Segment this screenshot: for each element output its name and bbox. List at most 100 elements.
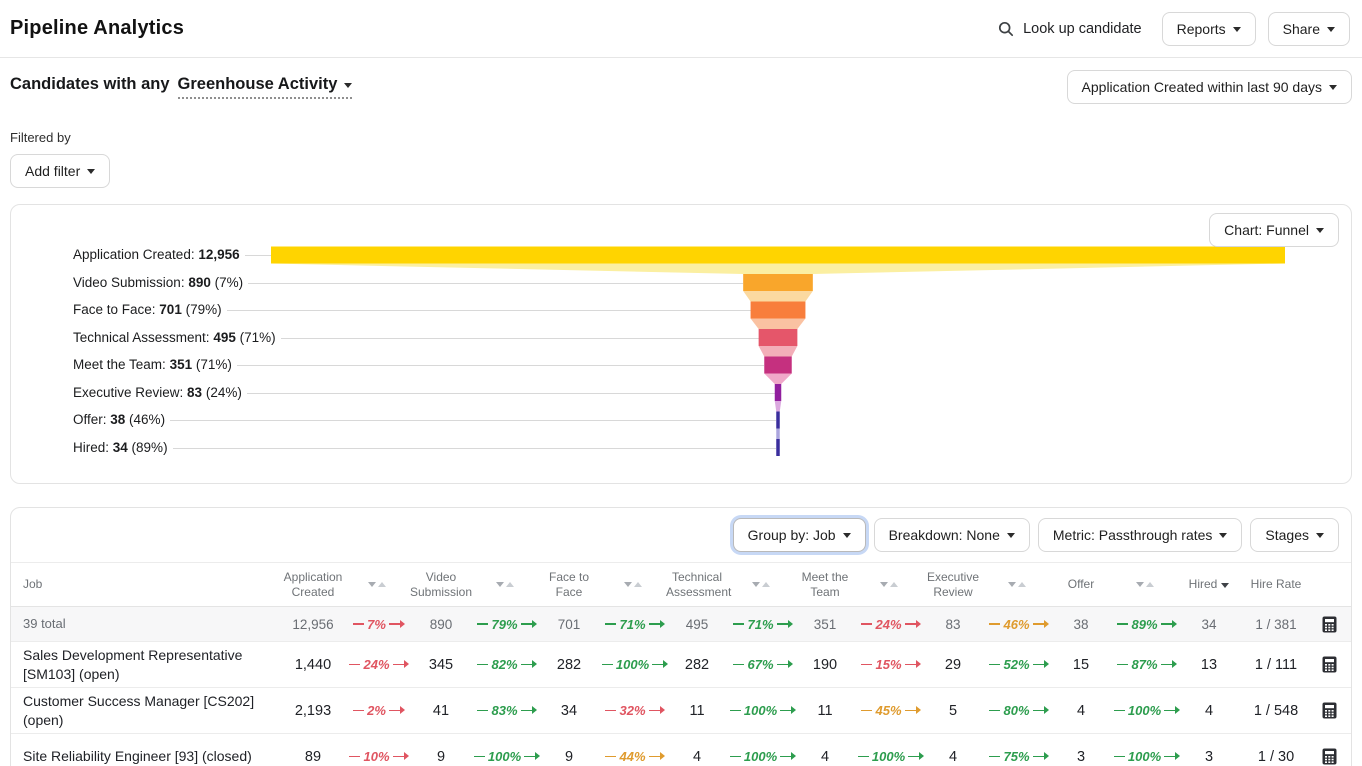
- value-cell: 282: [665, 657, 729, 673]
- sort-toggle-icon[interactable]: [1136, 582, 1154, 587]
- value-cell: 9: [409, 749, 473, 765]
- funnel-transition: [751, 319, 806, 330]
- sort-down-icon: [496, 582, 504, 587]
- sort-toggle-icon[interactable]: [368, 582, 386, 587]
- sort-toggle-icon[interactable]: [880, 582, 898, 587]
- passthrough-cell: 15%: [857, 657, 921, 672]
- page-title: Pipeline Analytics: [10, 17, 184, 40]
- sort-up-icon: [378, 582, 386, 587]
- value-cell: 34: [1177, 617, 1241, 632]
- date-range-button[interactable]: Application Created within last 90 days: [1067, 70, 1352, 104]
- column-header-technical-assessment[interactable]: Technical Assessment: [665, 570, 729, 600]
- activity-scope-select[interactable]: Greenhouse Activity: [178, 75, 353, 99]
- value-cell: 282: [537, 657, 601, 673]
- reports-button[interactable]: Reports: [1162, 12, 1256, 46]
- sort-control[interactable]: [601, 582, 665, 587]
- value-cell: 190: [793, 657, 857, 673]
- candidate-search[interactable]: Look up candidate: [998, 21, 1150, 37]
- value-cell: 1,440: [281, 657, 345, 673]
- scope-row: Candidates with any Greenhouse Activity …: [0, 70, 1362, 104]
- group-by-button[interactable]: Group by: Job: [733, 518, 866, 552]
- arrow-right-icon: [905, 664, 917, 666]
- sort-toggle-icon[interactable]: [1008, 582, 1026, 587]
- sort-up-icon: [634, 582, 642, 587]
- chevron-down-icon: [1233, 27, 1241, 32]
- sort-control[interactable]: [473, 582, 537, 587]
- passthrough-cell: 32%: [601, 703, 665, 718]
- sort-control[interactable]: [1113, 582, 1177, 587]
- funnel-bar-hired[interactable]: [776, 439, 780, 456]
- column-header-hire-rate: Hire Rate: [1241, 577, 1311, 592]
- table-header-row: JobApplication CreatedVideo SubmissionFa…: [11, 563, 1351, 607]
- passthrough-cell: 71%: [729, 617, 793, 632]
- value-cell: 9: [537, 749, 601, 765]
- sort-toggle-icon[interactable]: [496, 582, 514, 587]
- control-label: Metric: Passthrough rates: [1053, 527, 1213, 543]
- hire-rate-cell: 1 / 111: [1241, 657, 1311, 673]
- funnel-bar-video-submission[interactable]: [743, 274, 813, 291]
- column-header-offer[interactable]: Offer: [1049, 577, 1113, 592]
- funnel-bar-meet-the-team[interactable]: [764, 357, 791, 374]
- sort-control[interactable]: [345, 582, 409, 587]
- calculator-icon[interactable]: [1311, 748, 1347, 765]
- stages-button[interactable]: Stages: [1250, 518, 1339, 552]
- funnel-bar-face-to-face[interactable]: [751, 302, 806, 319]
- chart-type-button[interactable]: Chart: Funnel: [1209, 213, 1339, 247]
- funnel-stage-label: Hired: 34 (89%): [73, 438, 173, 458]
- funnel-stage-label: Video Submission: 890 (7%): [73, 273, 248, 293]
- value-cell: 4: [793, 749, 857, 765]
- arrow-right-icon: [777, 664, 789, 666]
- sort-toggle-icon[interactable]: [752, 582, 770, 587]
- arrow-right-icon: [389, 623, 401, 625]
- column-label: Offer: [1068, 577, 1094, 592]
- column-header-hired[interactable]: Hired: [1177, 577, 1241, 592]
- job-cell: Sales Development Representative [SM103]…: [11, 646, 281, 683]
- column-label: Face to Face: [538, 570, 600, 600]
- calculator-icon[interactable]: [1311, 702, 1347, 719]
- column-header-meet-the-team[interactable]: Meet the Team: [793, 570, 857, 600]
- sort-down-icon: [880, 582, 888, 587]
- funnel-bar-application-created[interactable]: [271, 247, 1285, 264]
- passthrough-cell: 100%: [601, 657, 665, 672]
- hire-rate-cell: 1 / 548: [1241, 703, 1311, 719]
- table-body: 39 total12,9567%89079%70171%49571%35124%…: [11, 607, 1351, 766]
- sort-control[interactable]: [985, 582, 1049, 587]
- arrow-right-icon: [777, 623, 789, 625]
- column-header-face-to-face[interactable]: Face to Face: [537, 570, 601, 600]
- column-header-video-submission[interactable]: Video Submission: [409, 570, 473, 600]
- sort-up-icon: [890, 582, 898, 587]
- share-button[interactable]: Share: [1268, 12, 1350, 46]
- table-controls: Group by: JobBreakdown: None Metric: Pass…: [11, 508, 1351, 563]
- arrow-right-icon: [1033, 756, 1045, 758]
- value-cell: 3: [1177, 749, 1241, 765]
- funnel-bar-technical-assessment[interactable]: [759, 329, 798, 346]
- sort-control[interactable]: [729, 582, 793, 587]
- scope-prefix: Candidates with any: [10, 75, 170, 94]
- passthrough-cell: 45%: [857, 703, 921, 718]
- arrow-right-icon: [649, 756, 661, 758]
- arrow-right-icon: [908, 756, 920, 758]
- passthrough-cell: 71%: [601, 617, 665, 632]
- metric-button[interactable]: Metric: Passthrough rates: [1038, 518, 1243, 552]
- sort-toggle-icon[interactable]: [624, 582, 642, 587]
- chevron-down-icon: [344, 83, 352, 88]
- passthrough-cell: 52%: [985, 657, 1049, 672]
- calculator-icon[interactable]: [1311, 616, 1347, 633]
- column-header-executive-review[interactable]: Executive Review: [921, 570, 985, 600]
- arrow-right-icon: [521, 623, 533, 625]
- sort-control[interactable]: [857, 582, 921, 587]
- column-header-application-created[interactable]: Application Created: [281, 570, 345, 600]
- passthrough-cell: 24%: [857, 617, 921, 632]
- sort-up-icon: [762, 582, 770, 587]
- funnel-bar-offer[interactable]: [776, 412, 780, 429]
- breakdown-button[interactable]: Breakdown: None: [874, 518, 1030, 552]
- scope-value: Greenhouse Activity: [178, 75, 338, 94]
- arrow-right-icon: [780, 756, 792, 758]
- chevron-down-icon: [843, 533, 851, 538]
- add-filter-button[interactable]: Add filter: [10, 154, 110, 188]
- chevron-down-icon: [1316, 228, 1324, 233]
- funnel-bar-executive-review[interactable]: [775, 384, 781, 401]
- column-label: Video Submission: [410, 570, 472, 600]
- arrow-right-icon: [393, 756, 405, 758]
- calculator-icon[interactable]: [1311, 656, 1347, 673]
